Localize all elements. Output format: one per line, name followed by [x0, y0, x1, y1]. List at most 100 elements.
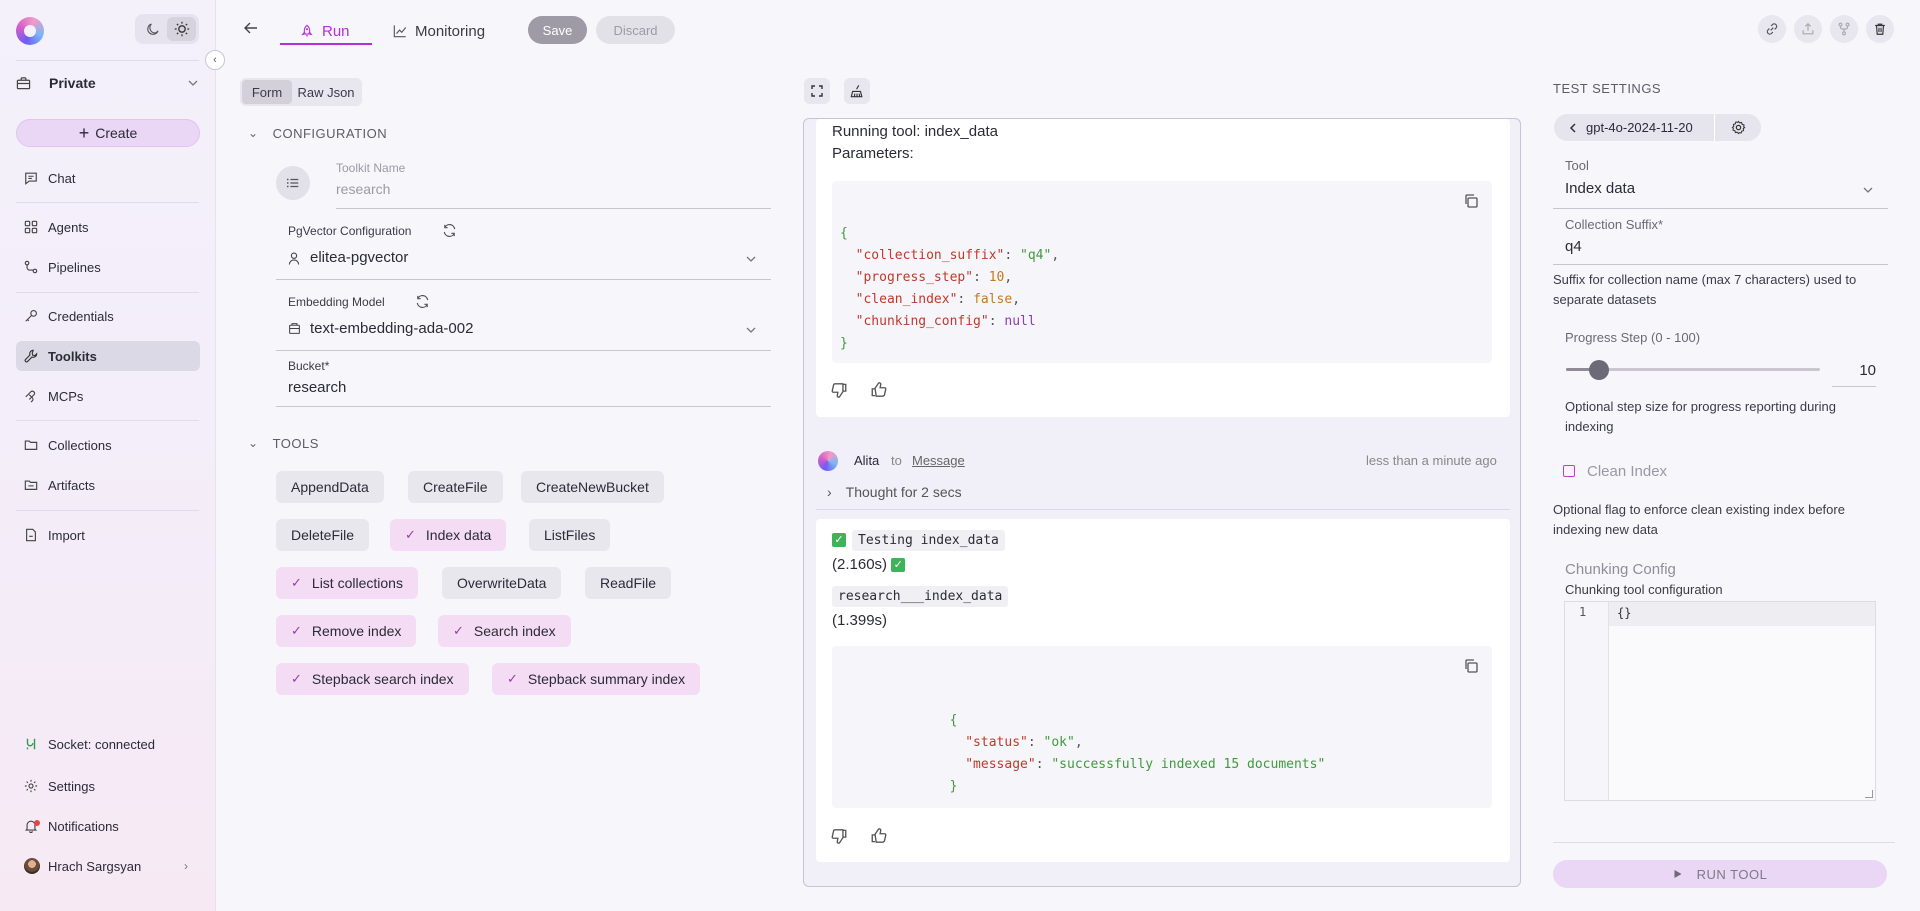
- active-tab-indicator: [280, 43, 372, 45]
- tab-monitoring[interactable]: Monitoring: [393, 16, 485, 46]
- tool-chip-label: ListFiles: [544, 527, 596, 543]
- run-tool-button[interactable]: RUN TOOL: [1553, 860, 1887, 888]
- tool-chip-search-index[interactable]: ✓ Search index: [438, 615, 571, 647]
- sidebar-item-label: Pipelines: [48, 259, 101, 275]
- chevron-down-icon[interactable]: [1862, 184, 1874, 196]
- tool-chip-createnewbucket[interactable]: CreateNewBucket: [521, 471, 664, 503]
- progress-step-help: Optional step size for progress reportin…: [1565, 399, 1836, 434]
- tool-chip-createfile[interactable]: CreateFile: [408, 471, 503, 503]
- sidebar-item-collections[interactable]: Collections: [16, 430, 200, 460]
- model-selector: gpt-4o-2024-11-20: [1554, 114, 1761, 141]
- thumbs-down-icon[interactable]: [830, 381, 848, 399]
- settings-icon: [1731, 120, 1745, 135]
- embedding-model-label: Embedding Model: [288, 295, 385, 309]
- raw-json-tab[interactable]: Raw Json: [292, 80, 360, 104]
- tool-select[interactable]: Index data: [1565, 180, 1635, 197]
- user-profile[interactable]: Hrach Sargsyan ›: [16, 851, 200, 881]
- sidebar-item-credentials[interactable]: Credentials: [16, 301, 200, 331]
- thought-toggle[interactable]: › Thought for 2 secs: [827, 484, 962, 500]
- sidebar-item-artifacts[interactable]: Artifacts: [16, 470, 200, 500]
- back-arrow-icon[interactable]: [243, 20, 259, 36]
- avatar: [24, 858, 40, 874]
- collapse-sidebar-button[interactable]: ‹: [205, 50, 225, 70]
- editor-active-line: [1565, 602, 1875, 626]
- sidebar-item-chat[interactable]: Chat: [16, 163, 200, 193]
- model-select[interactable]: gpt-4o-2024-11-20: [1554, 114, 1714, 141]
- sidebar-item-agents[interactable]: Agents: [16, 212, 200, 242]
- resize-handle[interactable]: [1865, 790, 1873, 798]
- tool-chip-overwritedata[interactable]: OverwriteData: [442, 567, 562, 599]
- clear-chat-button[interactable]: [844, 78, 870, 104]
- divider: [16, 292, 199, 293]
- field-underline: [276, 350, 771, 351]
- pgvector-select[interactable]: elitea-pgvector: [310, 249, 408, 266]
- theme-toggle: [135, 14, 199, 44]
- sidebar: Private + Create Chat Agents Pipelines C…: [0, 0, 216, 911]
- fullscreen-button[interactable]: [804, 78, 830, 104]
- thumbs-up-icon[interactable]: [870, 827, 888, 845]
- dark-mode-button[interactable]: [138, 17, 167, 41]
- model-icon: [289, 323, 300, 334]
- progress-slider-thumb[interactable]: [1589, 360, 1610, 380]
- tool-chip-readfile[interactable]: ReadFile: [585, 567, 672, 599]
- thumbs-down-icon[interactable]: [830, 827, 848, 845]
- sidebar-item-toolkits[interactable]: Toolkits: [16, 341, 200, 371]
- embedding-model-select[interactable]: text-embedding-ada-002: [310, 320, 473, 337]
- tool-chip-label: Remove index: [311, 623, 402, 639]
- project-selector[interactable]: Private: [16, 70, 199, 96]
- save-button[interactable]: Save: [528, 16, 587, 44]
- sidebar-item-mcps[interactable]: MCPs: [16, 381, 200, 411]
- progress-step-input[interactable]: 10: [1838, 362, 1876, 379]
- tools-section-header[interactable]: ⌄ TOOLS: [248, 433, 319, 453]
- chevron-down-icon[interactable]: [745, 253, 757, 265]
- folder-icon: [24, 438, 38, 452]
- form-tab[interactable]: Form: [242, 80, 292, 104]
- create-button[interactable]: + Create: [16, 119, 200, 147]
- sidebar-item-import[interactable]: Import: [16, 520, 200, 550]
- copy-icon[interactable]: [1463, 193, 1479, 209]
- tool-chip-stepback-summary-index[interactable]: ✓ Stepback summary index: [492, 663, 701, 695]
- alita-avatar: [818, 451, 838, 471]
- refresh-icon[interactable]: [442, 223, 457, 238]
- sidebar-item-pipelines[interactable]: Pipelines: [16, 252, 200, 282]
- light-mode-button[interactable]: [167, 17, 196, 41]
- tool-chip-stepback-search-index[interactable]: ✓ Stepback search index: [276, 663, 469, 695]
- refresh-icon[interactable]: [415, 294, 430, 309]
- tool-chip-list-collections[interactable]: ✓ List collections: [276, 567, 418, 599]
- tool-chip-appenddata[interactable]: AppendData: [276, 471, 384, 503]
- model-settings-button[interactable]: [1715, 120, 1761, 135]
- tab-run[interactable]: Run: [300, 16, 350, 46]
- bucket-input[interactable]: research: [288, 379, 346, 396]
- configuration-section-header[interactable]: ⌄ CONFIGURATION: [248, 123, 387, 143]
- tool-chip-index-data[interactable]: ✓ Index data: [390, 519, 507, 551]
- chunking-config-editor[interactable]: 1 {}: [1564, 601, 1876, 801]
- thumbs-up-icon[interactable]: [870, 381, 888, 399]
- fork-button[interactable]: [1830, 15, 1858, 43]
- toolkit-name-input[interactable]: research: [336, 181, 390, 197]
- chevron-down-icon[interactable]: [745, 324, 757, 336]
- collection-suffix-input[interactable]: q4: [1565, 238, 1582, 255]
- sidebar-item-settings[interactable]: Settings: [16, 771, 200, 801]
- sidebar-item-notifications[interactable]: Notifications: [16, 811, 200, 841]
- tool-chip-remove-index[interactable]: ✓ Remove index: [276, 615, 417, 647]
- pgvector-label: PgVector Configuration: [288, 224, 412, 238]
- export-button[interactable]: [1794, 15, 1822, 43]
- copy-link-button[interactable]: [1758, 15, 1786, 43]
- clean-index-checkbox[interactable]: [1563, 465, 1575, 477]
- chevron-down-icon: ⌄: [248, 436, 259, 450]
- discard-button[interactable]: Discard: [596, 16, 675, 44]
- plus-icon: +: [78, 123, 90, 143]
- socket-connected-icon: [24, 737, 38, 751]
- result-code-block: { "status": "ok", "message": "successful…: [832, 646, 1492, 808]
- tool-chip-listfiles[interactable]: ListFiles: [529, 519, 611, 551]
- copy-icon[interactable]: [1463, 658, 1479, 674]
- tool-chip-deletefile[interactable]: DeleteFile: [276, 519, 370, 551]
- tool-chip-label: Search index: [473, 623, 556, 639]
- broom-icon: [850, 85, 863, 98]
- to-label: to: [891, 453, 902, 468]
- sidebar-item-label: Artifacts: [48, 477, 95, 493]
- delete-button[interactable]: [1866, 15, 1894, 43]
- app-logo[interactable]: [16, 17, 44, 45]
- message-target-link[interactable]: Message: [912, 453, 965, 468]
- import-icon: [24, 528, 38, 542]
